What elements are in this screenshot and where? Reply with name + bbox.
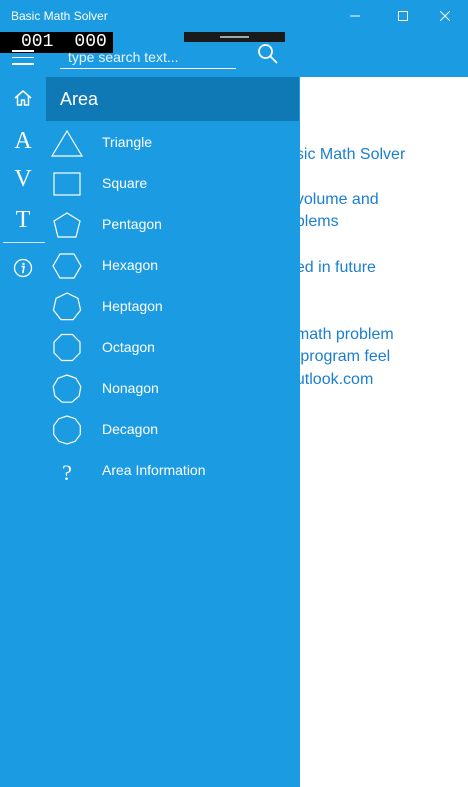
octagon-icon [53, 333, 81, 362]
grip-handle [220, 36, 249, 38]
hamburger-line [12, 63, 34, 65]
maximize-icon [398, 11, 408, 21]
rail-trigonometry[interactable]: T [0, 201, 46, 239]
info-icon [13, 258, 33, 278]
menu-item-decagon[interactable]: Decagon [46, 410, 300, 451]
minimize-icon [350, 15, 360, 17]
rail-home[interactable] [0, 79, 46, 117]
maximize-button[interactable] [380, 0, 426, 32]
window-title: Basic Math Solver [11, 9, 108, 23]
rail-volume[interactable]: V [0, 160, 46, 198]
search-icon [258, 44, 278, 64]
hamburger-line [12, 50, 34, 52]
content-line: ded in future [300, 259, 376, 276]
content-line: e program feel [300, 348, 391, 365]
rail-divider [3, 242, 45, 243]
nonagon-icon [52, 374, 82, 403]
menu-item-heptagon[interactable]: Heptagon [46, 287, 300, 328]
hamburger-line [12, 56, 34, 58]
hamburger-menu-button[interactable] [12, 50, 34, 65]
menu-item-label: Nonagon [102, 380, 159, 396]
title-bar: Basic Math Solver [0, 0, 468, 32]
menu-item-label: Square [102, 175, 148, 191]
content-line: outlook.com [300, 371, 374, 388]
menu-item-triangle[interactable]: Triangle [46, 123, 300, 164]
triangle-icon [50, 129, 84, 157]
menu-item-octagon[interactable]: Octagon [46, 328, 300, 369]
heptagon-icon [52, 292, 82, 321]
menu-item-label: Triangle [102, 134, 153, 150]
rail-area[interactable]: A [0, 122, 46, 160]
menu-item-nonagon[interactable]: Nonagon [46, 369, 300, 410]
pane-header: Area [46, 77, 299, 121]
search-input[interactable] [60, 45, 236, 69]
main-content: asic Math Solver , volume and oblems ded… [300, 77, 468, 787]
minimize-button[interactable] [332, 0, 378, 32]
menu-item-label: Decagon [102, 421, 159, 437]
menu-item-label: Area Information [102, 462, 206, 478]
menu-item-label: Hexagon [102, 257, 159, 273]
menu-item-label: Heptagon [102, 298, 163, 314]
menu-item-pentagon[interactable]: Pentagon [46, 205, 300, 246]
content-line: asic Math Solver [300, 146, 406, 163]
menu-item-square[interactable]: Square [46, 164, 300, 205]
decagon-icon [53, 415, 81, 445]
close-button[interactable] [422, 0, 468, 32]
question-icon: ? [62, 460, 72, 485]
square-icon [53, 172, 81, 196]
close-icon [440, 11, 450, 21]
menu-item-label: Octagon [102, 339, 155, 355]
menu-item-label: Pentagon [102, 216, 162, 232]
content-line: , math problem [300, 326, 394, 343]
pentagon-icon [53, 212, 81, 238]
hexagon-icon [52, 253, 82, 279]
svg-text:?: ? [62, 460, 72, 485]
rail-info[interactable] [0, 249, 46, 287]
area-pane: Area Triangle Square Pentagon Hexagon He… [46, 77, 300, 787]
menu-item-area-information[interactable]: ? Area Information [46, 451, 300, 492]
home-icon [14, 90, 32, 106]
menu-item-hexagon[interactable]: Hexagon [46, 246, 300, 287]
search-button[interactable] [254, 40, 282, 68]
navigation-rail: A V T [0, 77, 46, 787]
content-line: oblems [300, 213, 339, 230]
content-line: , volume and [300, 191, 379, 208]
